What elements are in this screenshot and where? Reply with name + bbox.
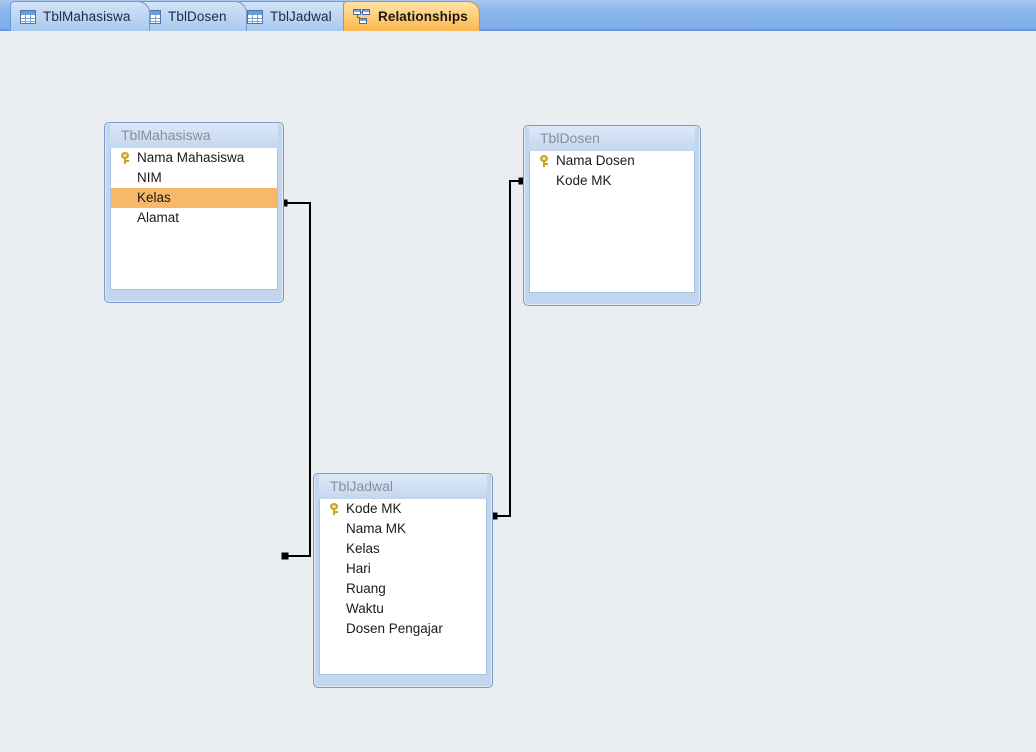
relationships-icon — [353, 9, 371, 24]
tab-relationships[interactable]: Relationships — [343, 1, 480, 31]
relationship-line[interactable] — [284, 202, 311, 557]
field-row[interactable]: Kode MK — [320, 499, 486, 519]
field-row[interactable]: Ruang — [320, 579, 486, 599]
tab-tbljadwal[interactable]: TblJadwal — [237, 1, 353, 31]
field-row[interactable]: Nama MK — [320, 519, 486, 539]
field-row[interactable]: Alamat — [111, 208, 277, 228]
field-name: Kelas — [346, 541, 380, 556]
table-grid-icon — [20, 9, 36, 24]
field-name: Kelas — [137, 190, 171, 205]
tab-label: Relationships — [378, 9, 468, 24]
tab-label: TblMahasiswa — [43, 9, 131, 24]
relationship-line[interactable] — [494, 180, 522, 517]
field-name: Hari — [346, 561, 371, 576]
field-name: Nama Mahasiswa — [137, 150, 245, 165]
field-name: Nama Dosen — [556, 153, 635, 168]
field-row[interactable]: Kelas — [320, 539, 486, 559]
field-name: Kode MK — [346, 501, 402, 516]
field-name: Ruang — [346, 581, 386, 596]
field-name: Alamat — [137, 210, 180, 225]
relationship-endpoint — [281, 552, 289, 560]
table-field-list: Nama Dosen Kode MK — [529, 151, 695, 293]
field-row[interactable]: Hari — [320, 559, 486, 579]
field-row[interactable]: Nama Dosen — [530, 151, 694, 171]
primary-key-icon — [532, 151, 556, 171]
access-relationships-window: TblMahasiswa TblDosen TblJadwal Relationshi… — [0, 0, 1036, 752]
tab-label: TblJadwal — [270, 9, 332, 24]
field-row[interactable]: NIM — [111, 168, 277, 188]
field-name: Waktu — [346, 601, 384, 616]
field-row[interactable]: Kelas — [111, 188, 277, 208]
primary-key-icon — [113, 148, 137, 168]
field-name: NIM — [137, 170, 162, 185]
tab-tbldosen[interactable]: TblDosen — [135, 1, 247, 31]
table-field-list: Nama Mahasiswa NIM Kelas Alamat — [110, 148, 278, 290]
table-field-list: Kode MK Nama MK Kelas Hari Ruang Waktu Dosen P… — [319, 499, 487, 675]
field-row[interactable]: Kode MK — [530, 171, 694, 191]
table-grid-icon — [247, 9, 263, 24]
table-box-title[interactable]: TblJadwal — [319, 474, 487, 499]
tab-label: TblDosen — [168, 9, 227, 24]
field-row[interactable]: Waktu — [320, 599, 486, 619]
table-box-tbljadwal[interactable]: TblJadwal Kode MK Nama MK Kelas Hari Ruang Wak… — [313, 473, 493, 688]
field-name: Nama MK — [346, 521, 407, 536]
tab-tblmahasiswa[interactable]: TblMahasiswa — [10, 1, 150, 31]
table-box-tblmahasiswa[interactable]: TblMahasiswa Nama Mahasiswa NIM Kelas Alamat — [104, 122, 284, 303]
field-name: Kode MK — [556, 173, 612, 188]
field-row[interactable]: Dosen Pengajar — [320, 619, 486, 639]
table-box-title[interactable]: TblMahasiswa — [110, 123, 278, 148]
field-name: Dosen Pengajar — [346, 621, 443, 636]
table-box-title[interactable]: TblDosen — [529, 126, 695, 151]
relationships-canvas[interactable]: TblMahasiswa Nama Mahasiswa NIM Kelas Alamat… — [0, 33, 1036, 752]
primary-key-icon — [322, 499, 346, 519]
field-row[interactable]: Nama Mahasiswa — [111, 148, 277, 168]
document-tab-bar: TblMahasiswa TblDosen TblJadwal Relationshi… — [0, 0, 1036, 31]
table-box-tbldosen[interactable]: TblDosen Nama Dosen Kode MK — [523, 125, 701, 306]
